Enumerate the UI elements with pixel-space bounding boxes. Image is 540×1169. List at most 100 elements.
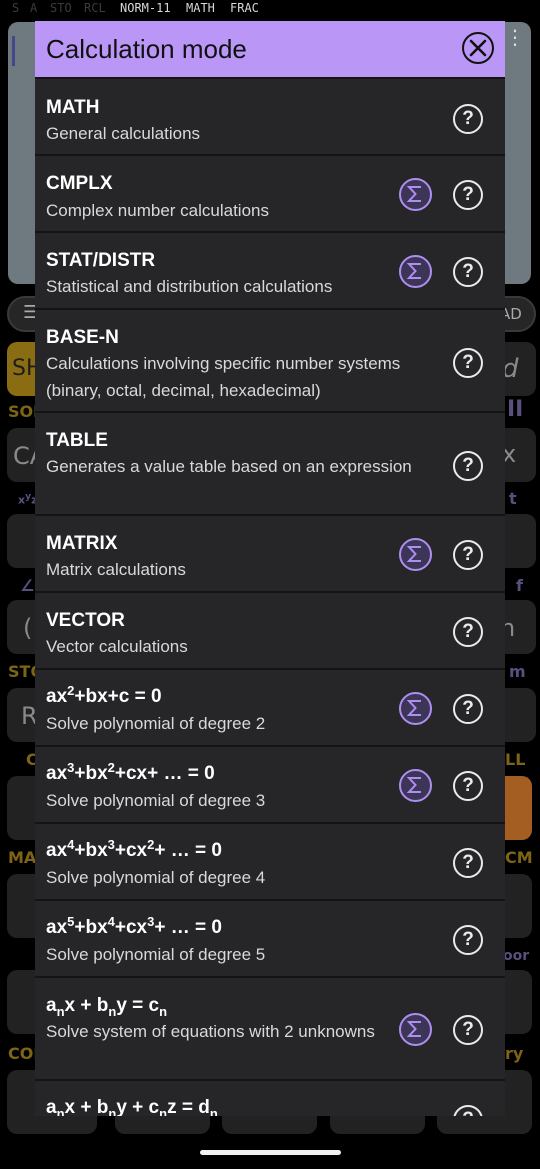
help-button[interactable]: ? — [453, 1105, 483, 1116]
sigma-icon — [406, 777, 421, 793]
mode-item-table[interactable]: TABLE Generates a value table based on a… — [35, 411, 505, 514]
title-superscript: 2 — [107, 760, 115, 775]
help-button[interactable]: ? — [453, 451, 483, 481]
mode-item-cmplx[interactable]: CMPLX Complex number calculations ? — [35, 154, 505, 231]
title-part: +bx — [74, 917, 108, 938]
help-button[interactable]: ? — [453, 848, 483, 878]
floor-label: oor — [503, 948, 530, 964]
mode-item-vector[interactable]: VECTOR Vector calculations ? — [35, 591, 505, 668]
cm-label: CM — [505, 848, 533, 867]
sigma-icon — [406, 263, 421, 279]
display-cursor — [12, 36, 15, 66]
sigma-button[interactable] — [399, 178, 432, 211]
mode-title: ax2+bx+c = 0 — [46, 684, 162, 708]
mode-item-base-n[interactable]: BASE-N Calculations involving specific n… — [35, 308, 505, 411]
status-indicator-a: A — [30, 1, 38, 15]
mode-title: ax3+bx2+cx+ … = 0 — [46, 760, 215, 785]
mode-item-poly-degree-5[interactable]: ax5+bx4+cx3+ … = 0 Solve polynomial of d… — [35, 899, 505, 976]
status-indicator-math: MATH — [186, 1, 215, 15]
mode-title: BASE-N — [46, 327, 119, 348]
title-part: +cx — [114, 917, 148, 938]
ll-label: LL — [505, 750, 526, 769]
mode-title: STAT/DISTR — [46, 250, 156, 271]
title-part: + … = 0 — [154, 840, 222, 861]
title-subscript: n — [56, 1106, 65, 1116]
help-button[interactable]: ? — [453, 540, 483, 570]
title-part: y + c — [116, 1097, 160, 1116]
title-part: a — [46, 1097, 57, 1116]
title-part: ax — [46, 917, 68, 938]
sigma-button[interactable] — [399, 538, 432, 571]
mode-item-math[interactable]: MATH General calculations ? — [35, 77, 505, 156]
roman-label: II — [507, 397, 524, 422]
mode-title: MATRIX — [46, 533, 118, 554]
f-label: f — [516, 576, 523, 595]
title-part: ax — [46, 840, 68, 861]
help-button[interactable]: ? — [453, 348, 483, 378]
dialog-header: Calculation mode — [35, 21, 505, 77]
sigma-button[interactable] — [399, 255, 432, 288]
close-icon — [469, 39, 487, 57]
sigma-icon — [406, 546, 421, 562]
mode-description: Complex number calculations — [46, 201, 269, 220]
mode-description: Solve polynomial of degree 3 — [46, 791, 266, 810]
title-subscript: n — [159, 1106, 168, 1116]
mode-description: Solve polynomial of degree 4 — [46, 868, 266, 887]
more-menu-icon[interactable]: ⋮ — [505, 27, 525, 47]
mode-description: Generates a value table based on an expr… — [46, 457, 412, 476]
help-button[interactable]: ? — [453, 1015, 483, 1045]
close-button[interactable] — [462, 32, 494, 64]
title-subscript: n — [159, 1004, 168, 1019]
mode-description: General calculations — [46, 124, 201, 143]
title-part: y = c — [116, 995, 160, 1016]
status-indicator-s: S — [12, 1, 20, 15]
mode-item-stat-distr[interactable]: STAT/DISTR Statistical and distribution … — [35, 231, 505, 308]
mode-title: ax4+bx3+cx2+ … = 0 — [46, 838, 222, 862]
mode-title: VECTOR — [46, 610, 125, 631]
sigma-button[interactable] — [399, 1013, 432, 1046]
sigma-icon — [406, 700, 421, 716]
calculation-mode-dialog: Calculation mode MATH General calculatio… — [35, 21, 505, 1116]
sigma-button[interactable] — [399, 692, 432, 725]
mode-title: anx + bny + cnz = dn — [46, 1097, 218, 1116]
mode-description: Solve polynomial of degree 2 — [46, 714, 266, 733]
mode-title: MATH — [46, 97, 100, 118]
mode-title: ax5+bx4+cx3+ … = 0 — [46, 914, 222, 939]
mode-item-poly-degree-2[interactable]: ax2+bx+c = 0 Solve polynomial of degree … — [35, 668, 505, 745]
mode-item-poly-degree-3[interactable]: ax3+bx2+cx+ … = 0 Solve polynomial of de… — [35, 745, 505, 822]
dialog-title: Calculation mode — [46, 34, 247, 64]
gesture-nav-bar[interactable] — [200, 1150, 341, 1155]
mode-item-equations-3-unknowns[interactable]: anx + bny + cnz = dn ? — [35, 1079, 505, 1116]
help-button[interactable]: ? — [453, 925, 483, 955]
status-indicator-rcl: RCL — [84, 1, 106, 15]
help-button[interactable]: ? — [453, 771, 483, 801]
sigma-icon — [406, 186, 421, 202]
title-part: +bx+c = 0 — [74, 686, 162, 707]
mode-title: TABLE — [46, 430, 108, 451]
status-indicator-norm: NORM-11 — [120, 1, 171, 15]
title-part: x + b — [64, 1097, 109, 1116]
mode-item-equations-2-unknowns[interactable]: anx + bny = cn Solve system of equations… — [35, 976, 505, 1079]
help-button[interactable]: ? — [453, 617, 483, 647]
title-subscript: n — [56, 1004, 65, 1019]
title-part: +cx+ … = 0 — [114, 763, 215, 784]
mode-item-poly-degree-4[interactable]: ax4+bx3+cx2+ … = 0 Solve polynomial of d… — [35, 822, 505, 899]
help-button[interactable]: ? — [453, 257, 483, 287]
title-part: ax — [46, 763, 68, 784]
mode-description: Solve polynomial of degree 5 — [46, 945, 266, 964]
help-button[interactable]: ? — [453, 180, 483, 210]
title-part: +bx — [74, 763, 108, 784]
key-paren-label: ( — [23, 614, 33, 642]
angle-label: ∠ — [20, 576, 35, 595]
sigma-button[interactable] — [399, 769, 432, 802]
help-button[interactable]: ? — [453, 104, 483, 134]
help-button[interactable]: ? — [453, 694, 483, 724]
m-label: m — [509, 662, 526, 681]
title-superscript: 4 — [107, 914, 115, 929]
title-part: +cx — [114, 840, 148, 861]
mode-item-matrix[interactable]: MATRIX Matrix calculations ? — [35, 514, 505, 591]
title-part: x + b — [64, 995, 109, 1016]
title-part: z = d — [167, 1097, 210, 1116]
t-label: t — [509, 489, 517, 508]
mode-description: Calculations involving specific number s… — [46, 354, 401, 400]
